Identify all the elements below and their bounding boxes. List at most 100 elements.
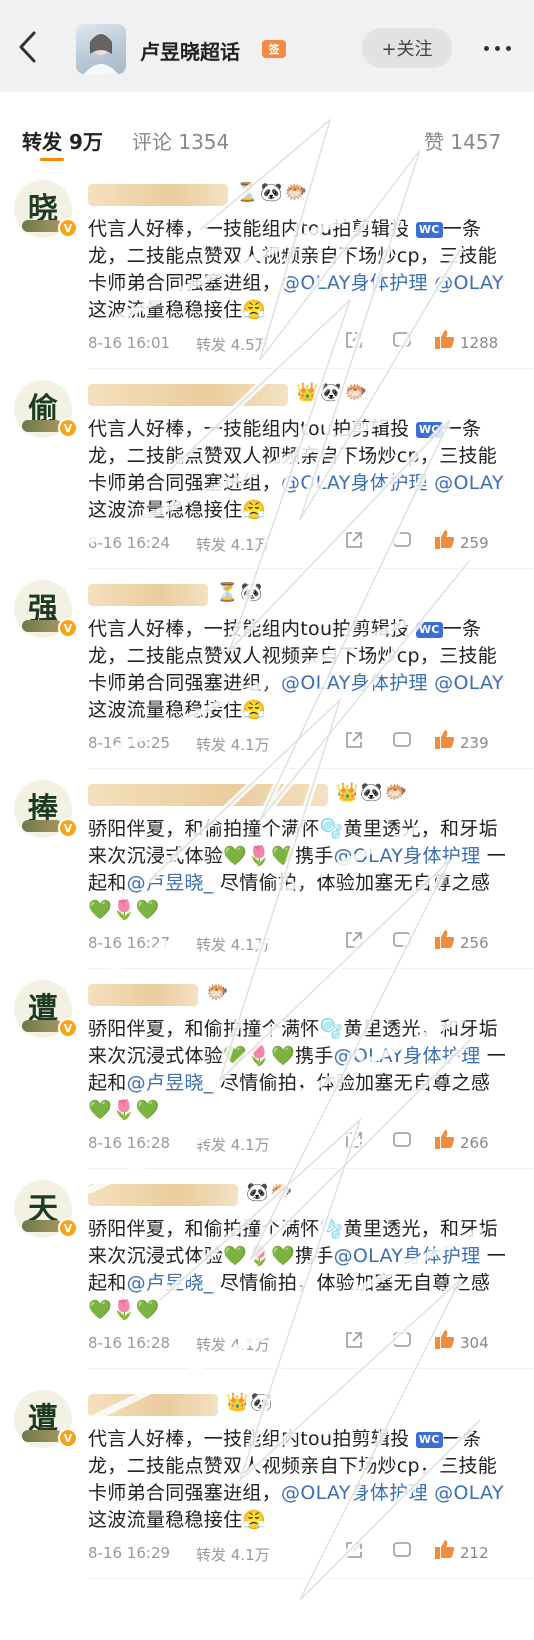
- comment-repost-count[interactable]: 转发 4.1万: [196, 534, 270, 555]
- mention-link[interactable]: @OLAY身体护理 @OLAY: [281, 272, 504, 294]
- comment-text: 骄阳伴夏，和偷拍撞个满怀🫧黄里透光，和牙垢来次沉浸式体验💚🌷💚携手@OLAY身体…: [88, 816, 508, 924]
- avatar[interactable]: 遭V: [14, 1390, 78, 1448]
- username-blurred[interactable]: [88, 1394, 218, 1416]
- comment-item[interactable]: 捧 V 👑🐼🐡 骄阳伴夏，和偷拍撞个满怀🫧黄里透光，和牙垢来次沉浸式体验💚🌷💚携手@O…: [0, 770, 534, 970]
- comment-text: 骄阳伴夏，和偷拍撞个满怀🫧黄里透光，和牙垢来次沉浸式体验💚🌷💚携手@OLAY身体…: [88, 1216, 508, 1324]
- like-count: 304: [460, 1334, 489, 1352]
- divider: [88, 568, 534, 569]
- fish-graphic: [22, 1020, 62, 1032]
- thumbs-up-icon[interactable]: [434, 1128, 456, 1150]
- reply-icon[interactable]: [392, 330, 412, 350]
- share-icon[interactable]: [344, 530, 364, 550]
- badge-emojis: ⏳🐼🐡: [236, 182, 310, 203]
- tab-likes[interactable]: 赞 1457: [424, 126, 501, 155]
- avatar[interactable]: 晓V: [14, 180, 78, 238]
- comment-repost-count[interactable]: 转发 4.5万: [196, 334, 270, 355]
- top-bar: 卢昱晓超话 签 +关注: [0, 0, 534, 92]
- verified-icon: V: [58, 1018, 78, 1038]
- tab-underline: [40, 158, 64, 161]
- mention-link[interactable]: @OLAY身体护理 @OLAY: [281, 1482, 504, 1504]
- reply-icon[interactable]: [392, 1130, 412, 1150]
- mention-link[interactable]: @OLAY身体护理: [334, 1045, 481, 1067]
- wc-emoji-icon: WC: [415, 222, 443, 238]
- comment-time: 8-16 16:01: [88, 334, 171, 352]
- mention-link[interactable]: @卢昱晓_: [127, 1272, 214, 1294]
- reply-icon[interactable]: [392, 1330, 412, 1350]
- comment-repost-count[interactable]: 转发 4.1万: [196, 1334, 270, 1355]
- share-icon[interactable]: [344, 1540, 364, 1560]
- thumbs-up-icon[interactable]: [434, 328, 456, 350]
- mention-link[interactable]: @OLAY身体护理 @OLAY: [281, 472, 504, 494]
- tab-repost[interactable]: 转发 9万: [22, 126, 103, 155]
- comment-repost-count[interactable]: 转发 4.1万: [196, 1544, 270, 1565]
- page-title[interactable]: 卢昱晓超话: [140, 36, 240, 65]
- comment-time: 8-16 16:27: [88, 934, 171, 952]
- chevron-left-icon[interactable]: [16, 30, 40, 64]
- avatar[interactable]: 捧V: [14, 780, 78, 838]
- username-blurred[interactable]: [88, 784, 328, 806]
- avatar[interactable]: 强V: [14, 580, 78, 638]
- like-count: 266: [460, 1134, 489, 1152]
- comment-text-segment: 代言人好棒，一技能组内tou拍剪辑投: [88, 218, 410, 240]
- comment-text-segment: 这波流量稳稳接住😤: [88, 299, 267, 321]
- username-blurred[interactable]: [88, 584, 208, 606]
- like-count: 212: [460, 1544, 489, 1562]
- avatar[interactable]: 遭V: [14, 980, 78, 1038]
- mention-link[interactable]: @OLAY身体护理 @OLAY: [281, 672, 504, 694]
- avatar[interactable]: 偷V: [14, 380, 78, 438]
- mention-link[interactable]: @卢昱晓_: [127, 1072, 214, 1094]
- thumbs-up-icon[interactable]: [434, 1328, 456, 1350]
- tab-comments[interactable]: 评论 1354: [132, 126, 229, 155]
- comment-item[interactable]: 遭 V 🐡 骄阳伴夏，和偷拍撞个满怀🫧黄里透光，和牙垢来次沉浸式体验💚🌷💚携手@OLA…: [0, 970, 534, 1170]
- thumbs-up-icon[interactable]: [434, 728, 456, 750]
- fish-graphic: [22, 1220, 62, 1232]
- reply-icon[interactable]: [392, 530, 412, 550]
- comment-time: 8-16 16:25: [88, 734, 171, 752]
- like-count: 239: [460, 734, 489, 752]
- comment-repost-count[interactable]: 转发 4.1万: [196, 1134, 270, 1155]
- share-icon[interactable]: [344, 730, 364, 750]
- comment-repost-count[interactable]: 转发 4.1万: [196, 934, 270, 955]
- thumbs-up-icon[interactable]: [434, 928, 456, 950]
- wc-emoji-icon: WC: [415, 1432, 443, 1448]
- comment-item[interactable]: 强 V ⏳🐼 代言人好棒，一技能组内tou拍剪辑投 WC 一条龙，二技能点赞双人视频亲自…: [0, 570, 534, 770]
- share-icon[interactable]: [344, 1330, 364, 1350]
- follow-button[interactable]: +关注: [362, 28, 452, 68]
- comment-text-segment: 代言人好棒，一技能组内tou拍剪辑投: [88, 418, 410, 440]
- share-icon[interactable]: [344, 930, 364, 950]
- avatar[interactable]: 天V: [14, 1180, 78, 1238]
- comment-time: 8-16 16:29: [88, 1544, 171, 1562]
- username-blurred[interactable]: [88, 1184, 238, 1206]
- super-topic-badge: 签: [262, 40, 286, 58]
- divider: [88, 768, 534, 769]
- share-icon[interactable]: [344, 1130, 364, 1150]
- share-icon[interactable]: [344, 330, 364, 350]
- comment-text-segment: 这波流量稳稳接住😤: [88, 699, 267, 721]
- reply-icon[interactable]: [392, 930, 412, 950]
- reply-icon[interactable]: [392, 1540, 412, 1560]
- comment-text-segment: 这波流量稳稳接住😤: [88, 499, 267, 521]
- comment-repost-count[interactable]: 转发 4.1万: [196, 734, 270, 755]
- username-blurred[interactable]: [88, 384, 288, 406]
- badge-emojis: 👑🐼: [226, 1392, 275, 1413]
- divider: [88, 1368, 534, 1369]
- mention-link[interactable]: @OLAY身体护理: [334, 1245, 481, 1267]
- comment-item[interactable]: 遭 V 👑🐼 代言人好棒，一技能组内tou拍剪辑投 WC 一条龙，二技能点赞双人视频亲自…: [0, 1380, 534, 1580]
- badge-emojis: 🐼🐡: [246, 1182, 295, 1203]
- comment-text: 代言人好棒，一技能组内tou拍剪辑投 WC 一条龙，二技能点赞双人视频亲自下场炒c…: [88, 616, 508, 724]
- reply-icon[interactable]: [392, 730, 412, 750]
- thumbs-up-icon[interactable]: [434, 1538, 456, 1560]
- comment-item[interactable]: 晓 V ⏳🐼🐡 代言人好棒，一技能组内tou拍剪辑投 WC 一条龙，二技能点赞双人视频亲…: [0, 170, 534, 370]
- mention-link[interactable]: @卢昱晓_: [127, 872, 214, 894]
- mention-link[interactable]: @OLAY身体护理: [334, 845, 481, 867]
- topic-avatar[interactable]: [76, 24, 126, 74]
- more-dots-icon[interactable]: [484, 46, 511, 51]
- comment-text: 代言人好棒，一技能组内tou拍剪辑投 WC 一条龙，二技能点赞双人视频亲自下场炒c…: [88, 216, 508, 324]
- comment-item[interactable]: 偷 V 👑🐼🐡 代言人好棒，一技能组内tou拍剪辑投 WC 一条龙，二技能点赞双人视频亲…: [0, 370, 534, 570]
- username-blurred[interactable]: [88, 184, 228, 206]
- thumbs-up-icon[interactable]: [434, 528, 456, 550]
- comment-item[interactable]: 天 V 🐼🐡 骄阳伴夏，和偷拍撞个满怀🫧黄里透光，和牙垢来次沉浸式体验💚🌷💚携手@OL…: [0, 1170, 534, 1370]
- comment-text: 骄阳伴夏，和偷拍撞个满怀🫧黄里透光，和牙垢来次沉浸式体验💚🌷💚携手@OLAY身体…: [88, 1016, 508, 1124]
- username-blurred[interactable]: [88, 984, 198, 1006]
- comment-time: 8-16 16:24: [88, 534, 171, 552]
